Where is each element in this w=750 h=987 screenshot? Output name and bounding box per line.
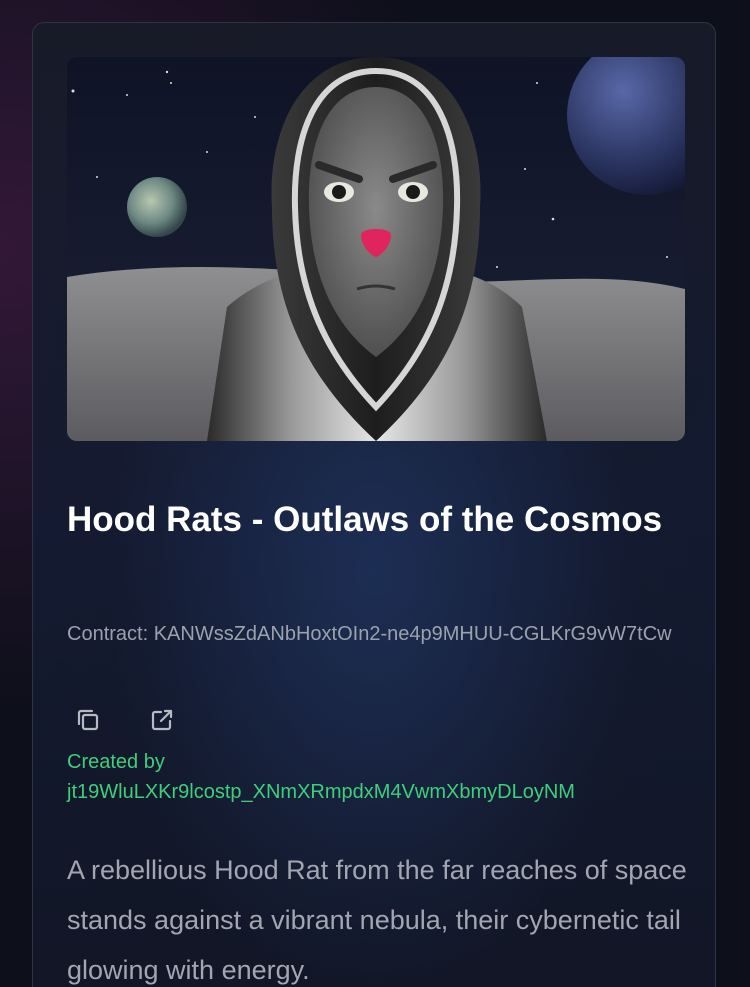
contract-label: Contract: bbox=[67, 623, 149, 645]
external-link-icon bbox=[151, 709, 173, 731]
copy-button[interactable] bbox=[73, 705, 103, 735]
nft-card: Hood Rats - Outlaws of the Cosmos Contra… bbox=[32, 22, 716, 987]
copy-icon bbox=[77, 709, 99, 731]
open-external-button[interactable] bbox=[147, 705, 177, 735]
creator-info: Created by jt19WluLXKr9lcostp_XNmXRmpdxM… bbox=[67, 747, 707, 807]
contract-id[interactable]: KANWssZdANbHoxtOIn2-ne4p9MHUU-CGLKrG9vW7… bbox=[154, 623, 672, 645]
nft-title: Hood Rats - Outlaws of the Cosmos bbox=[67, 500, 663, 539]
nft-description: A rebellious Hood Rat from the far reach… bbox=[67, 855, 687, 985]
nft-artwork[interactable] bbox=[67, 57, 685, 441]
created-by-label: Created by bbox=[67, 751, 165, 773]
nft-artwork-image bbox=[67, 57, 685, 441]
page: Hood Rats - Outlaws of the Cosmos Contra… bbox=[0, 0, 750, 987]
contract-info: Contract: KANWssZdANbHoxtOIn2-ne4p9MHUU-… bbox=[67, 620, 687, 648]
action-icons bbox=[73, 705, 177, 735]
creator-address[interactable]: jt19WluLXKr9lcostp_XNmXRmpdxM4VwmXbmyDLo… bbox=[67, 777, 707, 807]
